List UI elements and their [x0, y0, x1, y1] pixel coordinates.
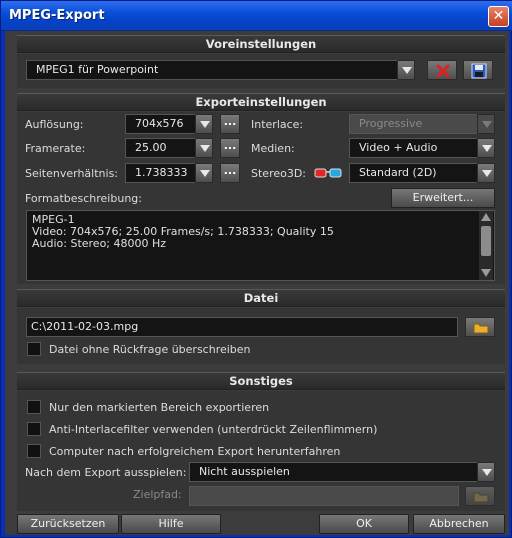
format-description-scrollbar[interactable] [479, 211, 493, 280]
mpeg-export-window: MPEG-Export ✕ Voreinstellungen MPEG1 für… [0, 0, 512, 538]
interlace-label: Interlace: [251, 118, 304, 131]
misc-header: Sonstiges [17, 372, 505, 390]
stereo3d-select[interactable]: Standard (2D) [349, 163, 495, 183]
aspect-ratio-more-button[interactable]: ... [220, 163, 240, 183]
reset-button[interactable]: Zurücksetzen [17, 514, 119, 534]
preset-select[interactable]: MPEG1 für Powerpoint [26, 60, 404, 80]
browse-file-button[interactable] [465, 317, 495, 337]
aspect-ratio-dropdown-arrow[interactable] [195, 163, 213, 183]
playback-select[interactable]: Nicht ausspielen [189, 462, 495, 482]
stereo3d-label: Stereo3D: [251, 167, 307, 180]
media-label: Medien: [251, 142, 295, 155]
playback-dropdown-arrow[interactable] [477, 462, 495, 482]
scroll-thumb[interactable] [481, 226, 491, 256]
anti-interlace-label: Anti-Interlacefilter verwenden (unterdrü… [49, 423, 378, 436]
shutdown-checkbox[interactable] [27, 444, 41, 458]
file-path-input[interactable]: C:\2011-02-03.mpg [26, 317, 458, 337]
playback-label: Nach dem Export ausspielen: [25, 466, 187, 479]
window-title: MPEG-Export [9, 8, 105, 23]
advanced-button[interactable]: Erweitert... [391, 188, 495, 208]
framerate-dropdown-arrow[interactable] [195, 138, 213, 158]
scroll-up-icon[interactable] [481, 213, 491, 221]
preset-dropdown-arrow[interactable] [397, 60, 415, 80]
browse-target-button[interactable] [465, 486, 495, 506]
aspect-ratio-select[interactable]: 1.738333 [125, 163, 201, 183]
scroll-down-icon[interactable] [481, 269, 491, 277]
interlace-dropdown-arrow[interactable] [477, 114, 495, 134]
folder-icon [473, 492, 489, 503]
export-selection-label: Nur den markierten Bereich exportieren [49, 401, 270, 414]
export-selection-checkbox[interactable] [27, 400, 41, 414]
file-header: Datei [17, 289, 505, 307]
anti-interlace-checkbox[interactable] [27, 422, 41, 436]
export-settings-header: Exporteinstellungen [17, 93, 505, 111]
target-path-label: Zielpfad: [133, 488, 182, 501]
resolution-label: Auflösung: [25, 118, 84, 131]
aspect-ratio-label: Seitenverhältnis: [25, 167, 119, 180]
folder-icon [473, 323, 489, 334]
save-preset-button[interactable] [463, 60, 493, 80]
framerate-more-button[interactable]: ... [220, 138, 240, 158]
help-button[interactable]: Hilfe [121, 514, 221, 534]
format-description-box[interactable]: MPEG-1 Video: 704x576; 25.00 Frames/s; 1… [26, 210, 495, 281]
format-desc-line: Audio: Stereo; 48000 Hz [32, 237, 167, 250]
interlace-select[interactable]: Progressive [349, 114, 495, 134]
dialog-body: Voreinstellungen MPEG1 für Powerpoint Ex… [5, 31, 509, 535]
ok-button[interactable]: OK [319, 514, 409, 534]
overwrite-label: Datei ohne Rückfrage überschreiben [49, 343, 251, 356]
delete-icon [436, 64, 450, 78]
delete-preset-button[interactable] [427, 60, 457, 80]
3d-glasses-icon [314, 168, 342, 178]
resolution-select[interactable]: 704x576 [125, 114, 201, 134]
shutdown-label: Computer nach erfolgreichem Export herun… [49, 445, 341, 458]
close-button[interactable]: ✕ [488, 6, 509, 27]
title-bar[interactable]: MPEG-Export ✕ [1, 1, 512, 31]
framerate-select[interactable]: 25.00 [125, 138, 201, 158]
format-description-label: Formatbeschreibung: [25, 192, 142, 205]
media-dropdown-arrow[interactable] [477, 138, 495, 158]
target-path-input[interactable] [189, 486, 459, 506]
save-icon [471, 63, 487, 79]
resolution-more-button[interactable]: ... [220, 114, 240, 134]
media-select[interactable]: Video + Audio [349, 138, 495, 158]
overwrite-checkbox[interactable] [27, 342, 41, 356]
presets-header: Voreinstellungen [17, 35, 505, 53]
stereo3d-dropdown-arrow[interactable] [477, 163, 495, 183]
cancel-button[interactable]: Abbrechen [413, 514, 505, 534]
framerate-label: Framerate: [25, 142, 86, 155]
resolution-dropdown-arrow[interactable] [195, 114, 213, 134]
